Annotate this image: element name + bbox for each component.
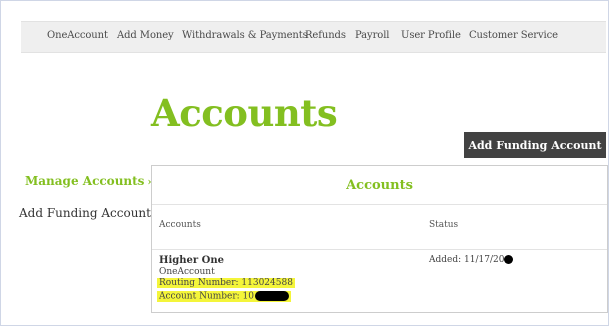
column-header-accounts: Accounts: [159, 220, 201, 230]
redaction-mark: [255, 291, 290, 301]
redaction-mark: [504, 255, 514, 264]
table-header: Accounts Status: [152, 204, 607, 250]
account-number-label: Account Number: 10: [159, 291, 255, 302]
nav-item-user-profile[interactable]: User Profile: [401, 30, 461, 41]
added-date: Added: 11/17/20: [429, 255, 505, 265]
nav-item-customer-service[interactable]: Customer Service: [469, 30, 558, 41]
column-header-status: Status: [429, 220, 459, 230]
panel-title: Accounts: [152, 166, 607, 205]
sidebar-item-label: Manage Accounts: [25, 174, 145, 188]
sidebar-item-manage-accounts[interactable]: Manage Accounts ›: [25, 174, 151, 188]
account-name: Higher One: [159, 255, 224, 266]
routing-number: Routing Number: 113024588: [157, 278, 295, 288]
nav-item-refunds[interactable]: Refunds: [305, 30, 346, 41]
account-type: OneAccount: [159, 267, 215, 277]
accounts-panel: Accounts Accounts Status Higher One OneA…: [151, 165, 608, 313]
nav-item-withdrawals-payments[interactable]: Withdrawals & Payments: [182, 30, 308, 41]
sidebar-item-add-funding-account[interactable]: Add Funding Account: [19, 206, 151, 220]
nav-item-oneaccount[interactable]: OneAccount: [47, 30, 108, 41]
status-value: Added: 11/17/20: [429, 255, 514, 265]
top-navigation: OneAccount Add Money Withdrawals & Payme…: [21, 21, 606, 53]
nav-item-payroll[interactable]: Payroll: [355, 30, 389, 41]
nav-item-add-money[interactable]: Add Money: [117, 30, 174, 41]
page-title: Accounts: [151, 91, 338, 135]
add-funding-account-button[interactable]: Add Funding Account: [464, 132, 606, 158]
page-frame: OneAccount Add Money Withdrawals & Payme…: [0, 0, 609, 326]
account-number: Account Number: 10: [157, 291, 292, 302]
